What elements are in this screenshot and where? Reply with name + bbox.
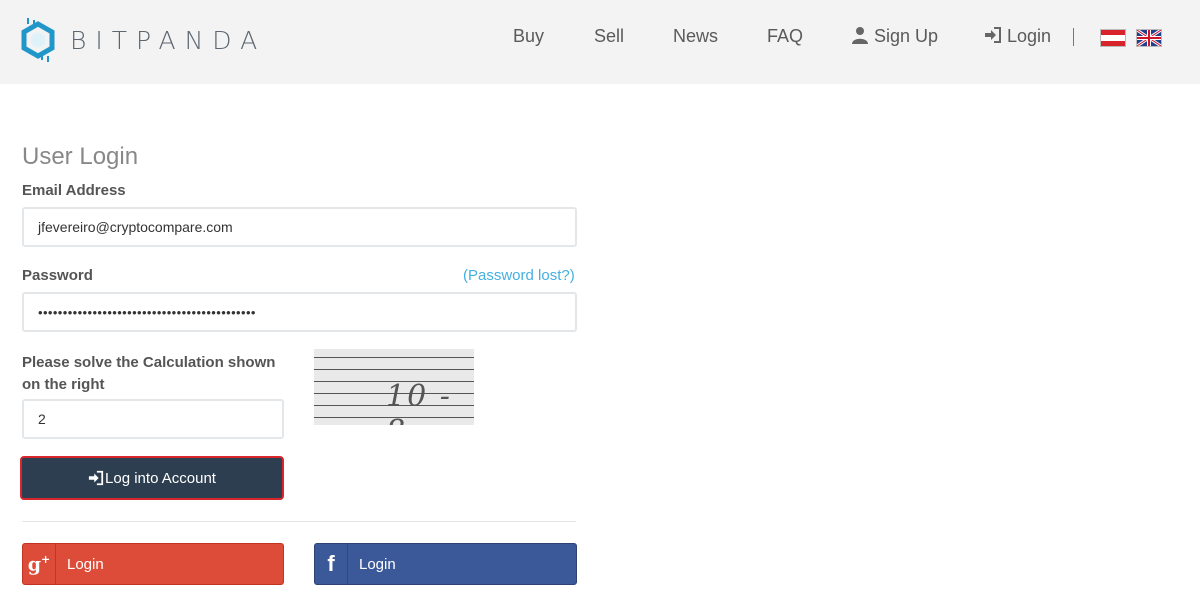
calculation-label: Please solve the Calculation shown on th…	[22, 352, 275, 396]
google-plus-icon: g+	[23, 544, 56, 584]
log-into-account-button[interactable]: Log into Account	[20, 456, 284, 500]
google-login-button[interactable]: g+ Login	[22, 543, 284, 585]
captcha-text: 10 - 8	[386, 379, 452, 425]
email-label: Email Address	[22, 182, 126, 199]
austria-flag-icon[interactable]	[1100, 29, 1126, 47]
nav-login[interactable]: Login	[984, 26, 1051, 47]
facebook-icon: f	[315, 544, 348, 584]
page-title: User Login	[22, 143, 139, 170]
user-icon	[852, 27, 868, 44]
calculation-answer-field[interactable]: 2	[22, 399, 284, 439]
divider	[22, 521, 576, 522]
google-login-label: Login	[67, 555, 104, 573]
bitpanda-hexagon-icon	[21, 18, 55, 62]
sign-in-icon	[88, 470, 104, 486]
facebook-login-label: Login	[359, 555, 396, 573]
calculation-answer-value: 2	[38, 411, 46, 427]
uk-flag-icon[interactable]	[1136, 28, 1162, 48]
nav-faq[interactable]: FAQ	[767, 26, 803, 47]
email-value: jfevereiro@cryptocompare.com	[38, 219, 233, 235]
nav-sell[interactable]: Sell	[594, 26, 624, 47]
sign-in-icon	[985, 27, 1001, 43]
nav-sign-up-label: Sign Up	[874, 26, 939, 46]
facebook-login-button[interactable]: f Login	[314, 543, 577, 585]
email-field[interactable]: jfevereiro@cryptocompare.com	[22, 207, 577, 247]
nav-news[interactable]: News	[673, 26, 718, 47]
nav-sign-up[interactable]: Sign Up	[851, 26, 938, 47]
top-navbar: BITPANDA Buy Sell News FAQ Sign Up Login	[0, 0, 1200, 84]
bitpanda-logo[interactable]: BITPANDA	[20, 14, 280, 66]
password-value: ••••••••••••••••••••••••••••••••••••••••…	[38, 304, 256, 320]
calculation-label-line-2: on the right	[22, 376, 105, 393]
password-lost-link[interactable]: (Password lost?)	[463, 267, 575, 284]
brand-name: BITPANDA	[70, 25, 267, 55]
nav-buy[interactable]: Buy	[513, 26, 544, 47]
password-label: Password	[22, 267, 93, 284]
calculation-label-line-1: Please solve the Calculation shown	[22, 354, 276, 371]
captcha-image: 10 - 8	[314, 349, 474, 425]
nav-login-label: Login	[1007, 26, 1052, 46]
nav-divider	[1073, 28, 1074, 46]
log-into-account-label: Log into Account	[105, 469, 216, 487]
password-field[interactable]: ••••••••••••••••••••••••••••••••••••••••…	[22, 292, 577, 332]
